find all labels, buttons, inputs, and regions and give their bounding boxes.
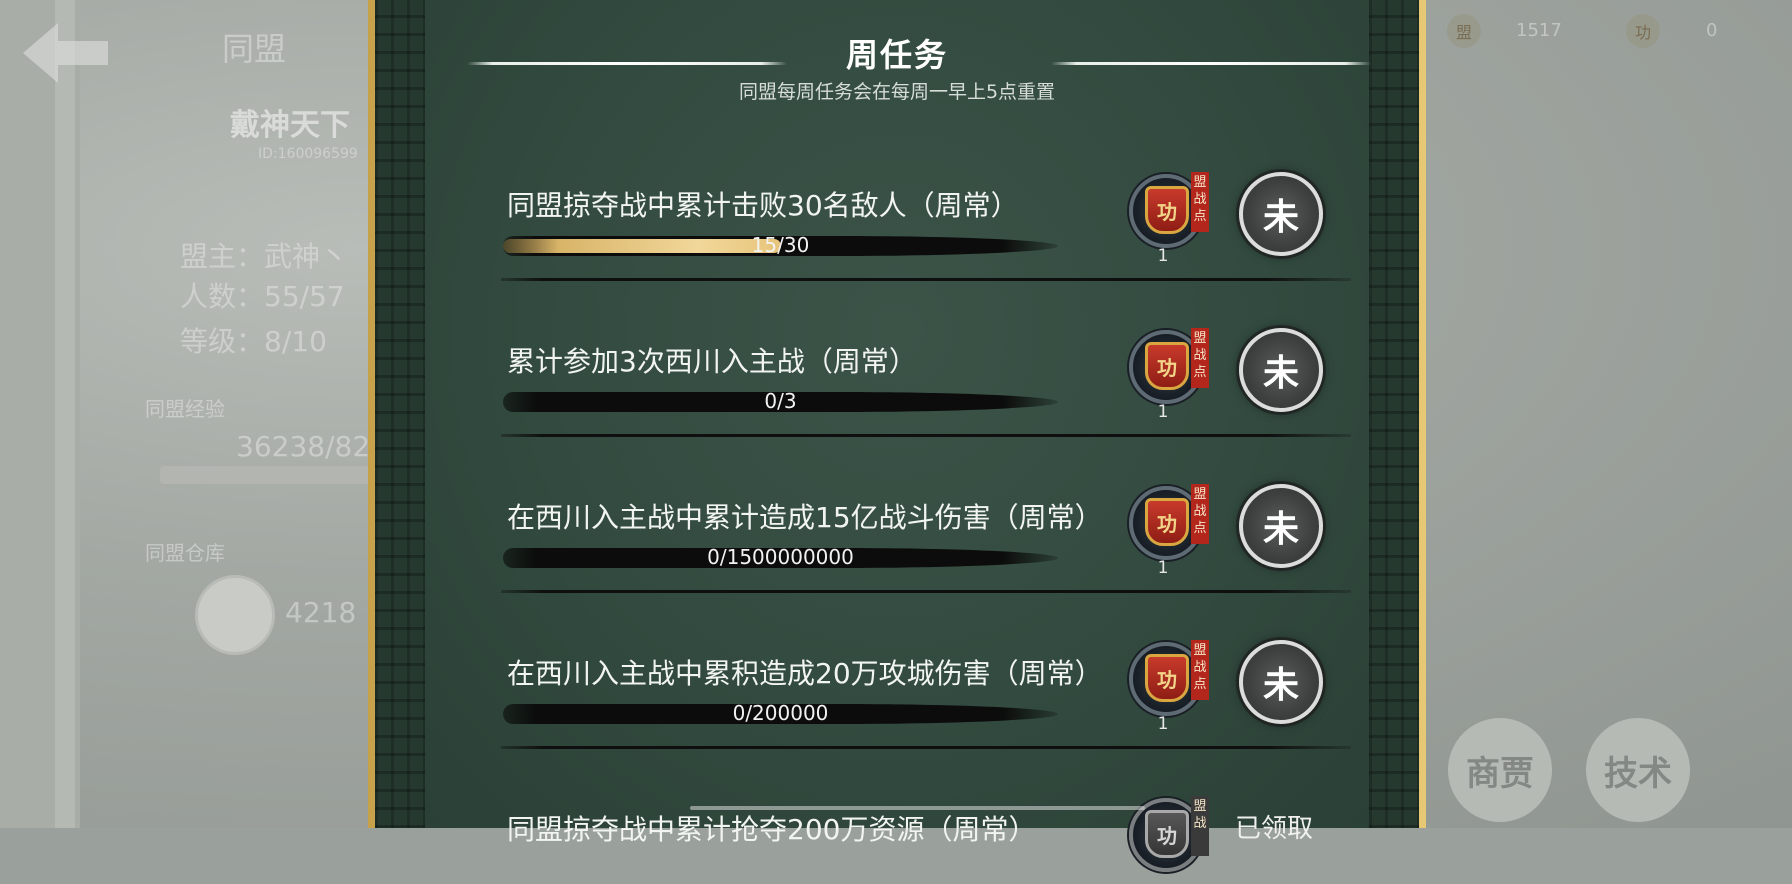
reward-tag: 盟战点: [1191, 172, 1209, 232]
merit-coin-icon: 功: [1626, 14, 1660, 48]
row-divider: [501, 278, 1351, 281]
panel-right-border: [1369, 0, 1419, 828]
row-divider: [501, 746, 1351, 749]
task-progress-bar: 0/1500000000: [503, 545, 1058, 569]
alliance-name: 戴神天下: [230, 108, 350, 143]
merit-shield-icon: 功: [1145, 810, 1189, 858]
tech-button[interactable]: 技术: [1586, 718, 1690, 822]
reward-tag: 盟战点: [1191, 640, 1209, 700]
reward-tag: 盟战点: [1191, 484, 1209, 544]
merit-shield-icon: 功: [1145, 186, 1189, 234]
task-name: 同盟掠夺战中累计抢夺200万资源（周常）: [507, 813, 1037, 846]
row-divider: [501, 434, 1351, 437]
reward-tag: 盟战点: [1191, 328, 1209, 388]
task-progress-bar: 0/200000: [503, 701, 1058, 725]
back-arrow-icon[interactable]: [18, 18, 113, 88]
panel-body: 周任务 同盟每周任务会在每周一早上5点重置 同盟掠夺战中累计击败30名敌人（周常…: [375, 0, 1419, 872]
task-row: 同盟掠夺战中累计抢夺200万资源（周常） 功 盟战 已领取: [425, 796, 1369, 872]
task-progress-bar: 15/30: [503, 233, 1058, 257]
reward-count: 1: [1157, 246, 1169, 266]
reward-item[interactable]: 功 盟战点 1: [1125, 326, 1215, 422]
alliance-members: 人数：55/57: [180, 280, 345, 313]
background-strip: [55, 0, 75, 828]
reward-count: 1: [1157, 558, 1169, 578]
currency-2-value: 0: [1706, 20, 1718, 41]
alliance-exp-bar: [160, 466, 370, 484]
progress-text: 0/3: [764, 389, 797, 413]
alliance-exp-value: 36238/82: [236, 430, 371, 463]
task-name: 同盟掠夺战中累计击败30名敌人（周常）: [507, 189, 1019, 222]
panel-title: 周任务: [845, 36, 948, 74]
alliance-leader: 盟主：武神丶: [180, 240, 349, 273]
task-progress-bar: 0/3: [503, 389, 1058, 413]
currency-1-value: 1517: [1516, 20, 1562, 41]
panel-left-border: [375, 0, 425, 828]
task-row: 同盟掠夺战中累计击败30名敌人（周常） 15/30 功 盟战点 1 未: [425, 172, 1369, 340]
storage-avatar: [195, 575, 275, 655]
reward-count: 1: [1157, 714, 1169, 734]
alliance-level: 等级：8/10: [180, 325, 327, 358]
merit-shield-icon: 功: [1145, 498, 1189, 546]
reward-item[interactable]: 功 盟战点 1: [1125, 170, 1215, 266]
reward-tag: 盟战: [1191, 796, 1209, 856]
alliance-tab-label: 同盟: [222, 30, 287, 68]
reward-item[interactable]: 功 盟战点 1: [1125, 482, 1215, 578]
task-row: 在西川入主战中累计造成15亿战斗伤害（周常） 0/1500000000 功 盟战…: [425, 484, 1369, 652]
task-name: 在西川入主战中累计造成15亿战斗伤害（周常）: [507, 501, 1103, 534]
task-name: 累计参加3次西川入主战（周常）: [507, 345, 917, 378]
merit-shield-icon: 功: [1145, 342, 1189, 390]
scroll-indicator[interactable]: [690, 806, 1145, 810]
reward-count: 1: [1157, 402, 1169, 422]
panel-content: 周任务 同盟每周任务会在每周一早上5点重置 同盟掠夺战中累计击败30名敌人（周常…: [425, 0, 1371, 872]
panel-subtitle: 同盟每周任务会在每周一早上5点重置: [738, 81, 1056, 103]
alliance-coin-icon: 盟: [1447, 14, 1481, 48]
alliance-exp-label: 同盟经验: [145, 397, 225, 421]
merit-shield-icon: 功: [1145, 654, 1189, 702]
task-row: 在西川入主战中累积造成20万攻城伤害（周常） 0/200000 功 盟战点 1 …: [425, 640, 1369, 808]
task-claimed-label: 已领取: [1235, 814, 1314, 844]
row-divider: [501, 590, 1351, 593]
alliance-storage-value: 4218: [285, 596, 357, 629]
task-row: 累计参加3次西川入主战（周常） 0/3 功 盟战点 1 未: [425, 328, 1369, 496]
alliance-storage-label: 同盟仓库: [145, 541, 225, 565]
task-status-button[interactable]: 未: [1239, 640, 1323, 724]
alliance-id: ID:160096599: [258, 146, 358, 162]
progress-text: 0/1500000000: [707, 545, 854, 569]
progress-text: 15/30: [751, 233, 810, 257]
progress-text: 0/200000: [732, 701, 829, 725]
task-status-button[interactable]: 未: [1239, 484, 1323, 568]
weekly-task-panel: 周任务 同盟每周任务会在每周一早上5点重置 同盟掠夺战中累计击败30名敌人（周常…: [368, 0, 1426, 872]
task-status-button[interactable]: 未: [1239, 328, 1323, 412]
task-status-button[interactable]: 未: [1239, 172, 1323, 256]
task-name: 在西川入主战中累积造成20万攻城伤害（周常）: [507, 657, 1103, 690]
reward-item[interactable]: 功 盟战点 1: [1125, 638, 1215, 734]
merchant-button[interactable]: 商贾: [1448, 718, 1552, 822]
